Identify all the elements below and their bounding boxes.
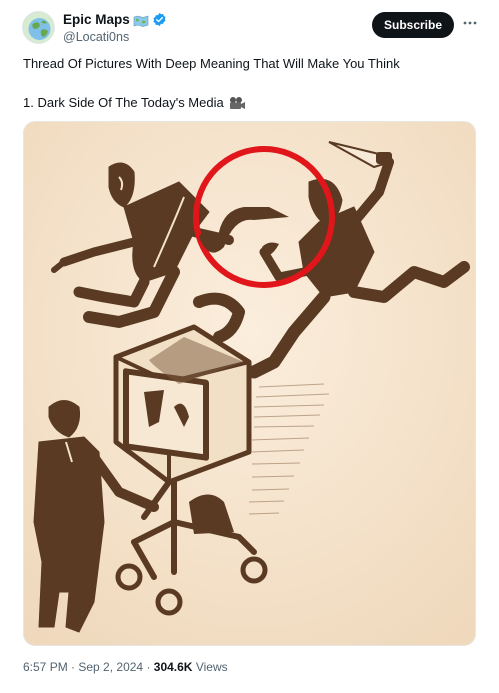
tweet-text-line-2-row: 1. Dark Side Of The Today's Media: [23, 95, 246, 110]
meta-separator: ·: [143, 660, 154, 674]
subscribe-button[interactable]: Subscribe: [372, 12, 454, 38]
map-emoji-icon: [133, 14, 149, 27]
author-display-name[interactable]: Epic Maps: [63, 12, 130, 27]
verified-badge-icon: [152, 12, 167, 27]
tweet-text-line-1: Thread Of Pictures With Deep Meaning Tha…: [23, 56, 400, 71]
movie-camera-icon: [228, 96, 246, 110]
author-handle[interactable]: @Locati0ns: [63, 30, 129, 44]
tweet-metadata: 6:57 PM · Sep 2, 2024 · 304.6K Views: [23, 660, 228, 674]
views-label: Views: [192, 660, 228, 674]
tweet-date[interactable]: Sep 2, 2024: [78, 660, 143, 674]
views-count: 304.6K: [153, 660, 193, 674]
avatar[interactable]: [22, 11, 55, 44]
meta-separator: ·: [67, 660, 79, 674]
tweet-text-line-2: 1. Dark Side Of The Today's Media: [23, 95, 224, 110]
author-name-row: Epic Maps: [63, 12, 167, 27]
tweet-card: Epic Maps @Locati0ns Subscribe Thread Of…: [0, 0, 499, 693]
tweet-time[interactable]: 6:57 PM: [23, 660, 68, 674]
globe-avatar-icon: [23, 12, 54, 43]
tweet-media-image[interactable]: [23, 121, 476, 646]
more-icon[interactable]: [461, 14, 479, 32]
media-illustration-image: [24, 122, 475, 645]
